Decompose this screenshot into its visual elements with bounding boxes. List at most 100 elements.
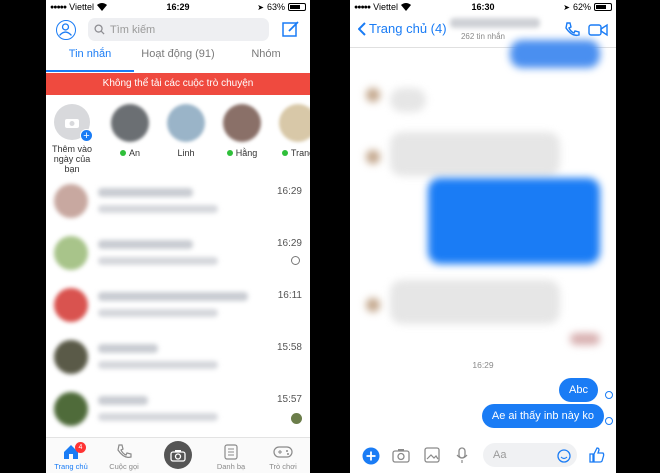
conversation-row[interactable]: 16:29 <box>46 230 310 280</box>
sender-avatar <box>366 88 380 102</box>
story-name: Hằng <box>235 148 258 158</box>
conversation-row[interactable]: 15:57 <box>46 386 310 436</box>
conversation-time: 16:11 <box>277 290 302 301</box>
tab-activity[interactable]: Hoạt động (91) <box>134 48 222 72</box>
composer-bar: Aa <box>350 437 616 473</box>
battery-icon <box>594 3 612 11</box>
sent-status-icon <box>605 391 613 399</box>
like-icon[interactable] <box>588 446 606 464</box>
location-icon: ➤ <box>257 2 264 12</box>
conversation-row[interactable]: 16:29 <box>46 178 310 228</box>
story-item[interactable]: Trang <box>274 104 310 158</box>
story-avatar <box>167 104 205 142</box>
message-bubble <box>428 178 600 264</box>
conversation-avatar <box>54 184 88 218</box>
story-item[interactable]: Linh <box>162 104 210 158</box>
story-name: Trang <box>290 148 310 158</box>
online-dot <box>281 150 288 156</box>
contacts-icon <box>224 444 238 460</box>
load-error-banner: Không thể tải các cuộc trò chuyện <box>46 73 310 95</box>
video-call-icon[interactable] <box>588 23 608 37</box>
gamepad-icon <box>273 446 293 458</box>
nav-label: Cuộc gọi <box>109 462 139 471</box>
conversation-time: 16:29 <box>276 238 302 249</box>
conversation-name <box>98 344 158 353</box>
conversation-name <box>98 396 148 405</box>
profile-avatar-icon[interactable] <box>56 20 76 40</box>
plus-icon[interactable] <box>362 447 380 465</box>
status-bar: ●●●●● Viettel 16:30 ➤ 62% <box>350 0 616 14</box>
sent-status-icon <box>291 256 300 265</box>
message-bubble <box>390 88 426 112</box>
image-icon[interactable] <box>424 447 440 463</box>
nav-label: Trò chơi <box>269 462 297 471</box>
inbox-header: Tìm kiếm <box>46 14 310 48</box>
camera-icon: + <box>54 104 93 142</box>
conversation-avatar <box>54 340 88 374</box>
inbox-screen: ●●●●● Viettel 16:29 ➤ 63% Tìm kiếm Tin n… <box>46 0 310 473</box>
nav-calls[interactable]: Cuộc gọi <box>99 444 149 471</box>
story-item[interactable]: An <box>106 104 154 158</box>
add-story[interactable]: + Thêm vào ngày của bạn <box>48 104 96 174</box>
nav-label: Trang chủ <box>54 462 88 471</box>
seen-avatar <box>291 413 302 424</box>
message-bubble[interactable]: Abc <box>559 378 598 402</box>
camera-icon[interactable] <box>392 447 410 463</box>
inbox-tabs: Tin nhắn Hoạt động (91) Nhóm <box>46 48 310 72</box>
conversation-row[interactable]: 15:58 <box>46 334 310 384</box>
story-item[interactable]: Hằng <box>218 104 266 158</box>
compose-icon[interactable] <box>282 20 300 38</box>
conversation-preview <box>98 257 218 265</box>
conversation-name <box>98 240 193 249</box>
conversation-name <box>98 188 193 197</box>
battery-icon <box>288 3 306 11</box>
story-avatar <box>223 104 261 142</box>
message-bubble[interactable]: Ae ai thấy inb này ko <box>481 404 604 428</box>
story-name: An <box>128 148 140 158</box>
conversation-preview <box>98 361 218 369</box>
stories-row: + Thêm vào ngày của bạn An Linh Hằng Tra… <box>46 100 310 180</box>
message-bubble <box>390 280 560 324</box>
story-label: Thêm vào ngày của bạn <box>51 144 93 174</box>
conversation-time: 16:29 <box>276 186 302 197</box>
camera-button[interactable] <box>164 441 192 469</box>
conversation-avatar <box>54 392 88 426</box>
phone-icon <box>117 444 132 458</box>
sender-avatar <box>366 150 380 164</box>
conversation-preview <box>98 309 218 317</box>
conversation-name <box>98 292 248 301</box>
chat-screen: ●●●●● Viettel 16:30 ➤ 62% Trang chủ (4) … <box>350 0 616 473</box>
battery-percent: 63% <box>266 2 285 12</box>
microphone-icon[interactable] <box>456 447 468 464</box>
seen-avatars <box>570 333 600 345</box>
camera-icon <box>170 449 186 462</box>
bottom-nav: 4 Trang chủ Cuộc gọi Danh bạ Trò chơi <box>46 437 310 473</box>
conversation-avatar <box>54 236 88 270</box>
sent-status-icon <box>605 417 613 425</box>
story-name: Linh <box>177 148 195 158</box>
search-input[interactable]: Tìm kiếm <box>88 18 269 41</box>
thread-title[interactable] <box>450 18 540 28</box>
tab-groups[interactable]: Nhóm <box>222 48 310 72</box>
tab-messages[interactable]: Tin nhắn <box>46 48 134 72</box>
nav-games[interactable]: Trò chơi <box>258 444 308 471</box>
online-dot <box>226 150 233 156</box>
nav-contacts[interactable]: Danh bạ <box>206 444 256 471</box>
story-avatar <box>279 104 310 142</box>
emoji-icon[interactable] <box>557 449 571 463</box>
conversation-avatar <box>54 288 88 322</box>
phone-icon[interactable] <box>564 22 580 38</box>
nav-home[interactable]: 4 Trang chủ <box>46 442 96 471</box>
plus-icon: + <box>80 129 93 142</box>
conversation-row[interactable]: 16:11 <box>46 282 310 332</box>
location-icon: ➤ <box>563 2 570 12</box>
battery-percent: 62% <box>572 2 591 12</box>
online-dot <box>119 150 126 156</box>
sender-avatar <box>366 298 380 312</box>
conversation-preview <box>98 413 218 421</box>
unread-badge: 4 <box>75 442 86 453</box>
status-bar: ●●●●● Viettel 16:29 ➤ 63% <box>46 0 310 14</box>
time-separator: 16:29 <box>472 360 494 370</box>
search-placeholder: Tìm kiếm <box>110 23 156 36</box>
conversation-time: 15:58 <box>276 342 302 353</box>
